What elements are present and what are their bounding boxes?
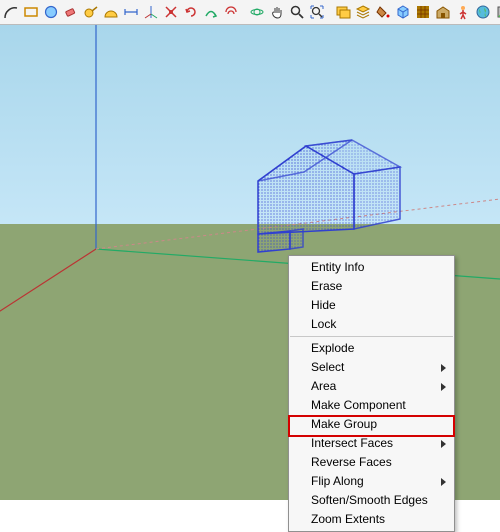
orbit-tool-icon[interactable]: [248, 1, 266, 23]
ctx-area[interactable]: Area: [289, 377, 454, 396]
style-tool-icon[interactable]: [494, 1, 500, 23]
globe-tool-icon[interactable]: [474, 1, 492, 23]
selected-house-model[interactable]: [258, 140, 400, 252]
ctx-flip-along[interactable]: Flip Along: [289, 472, 454, 491]
zoom-tool-icon[interactable]: [288, 1, 306, 23]
eraser-tool-icon[interactable]: [62, 1, 80, 23]
texture-tool-icon[interactable]: [414, 1, 432, 23]
zoom-extents-tool-icon[interactable]: [308, 1, 326, 23]
ctx-intersect-faces[interactable]: Intersect Faces: [289, 434, 454, 453]
ctx-reverse-faces[interactable]: Reverse Faces: [289, 453, 454, 472]
paint-bucket-tool-icon[interactable]: [374, 1, 392, 23]
main-toolbar: [0, 0, 500, 25]
ctx-make-group[interactable]: Make Group: [289, 415, 454, 434]
axes-tool-icon[interactable]: [142, 1, 160, 23]
protractor-tool-icon[interactable]: [102, 1, 120, 23]
axis-x-red-neg: [0, 249, 96, 324]
ctx-hide[interactable]: Hide: [289, 296, 454, 315]
rectangle-tool-icon[interactable]: [22, 1, 40, 23]
context-menu: Entity Info Erase Hide Lock Explode Sele…: [288, 255, 455, 532]
ctx-zoom-extents[interactable]: Zoom Extents: [289, 510, 454, 529]
section-tool-icon[interactable]: [162, 1, 180, 23]
person-tool-icon[interactable]: [454, 1, 472, 23]
followme-tool-icon[interactable]: [202, 1, 220, 23]
arc-tool-icon[interactable]: [2, 1, 20, 23]
previous-view-icon[interactable]: [334, 1, 352, 23]
dimensions-tool-icon[interactable]: [122, 1, 140, 23]
ctx-soften-smooth[interactable]: Soften/Smooth Edges: [289, 491, 454, 510]
ctx-select[interactable]: Select: [289, 358, 454, 377]
circle-tool-icon[interactable]: [42, 1, 60, 23]
3d-warehouse-icon[interactable]: [434, 1, 452, 23]
rotate-tool-icon[interactable]: [182, 1, 200, 23]
ctx-separator: [290, 336, 453, 337]
ctx-lock[interactable]: Lock: [289, 315, 454, 334]
tape-tool-icon[interactable]: [82, 1, 100, 23]
component-tool-icon[interactable]: [394, 1, 412, 23]
ctx-erase[interactable]: Erase: [289, 277, 454, 296]
ctx-explode[interactable]: Explode: [289, 339, 454, 358]
layers-tool-icon[interactable]: [354, 1, 372, 23]
ctx-make-component[interactable]: Make Component: [289, 396, 454, 415]
pan-tool-icon[interactable]: [268, 1, 286, 23]
offset-tool-icon[interactable]: [222, 1, 240, 23]
ctx-entity-info[interactable]: Entity Info: [289, 258, 454, 277]
